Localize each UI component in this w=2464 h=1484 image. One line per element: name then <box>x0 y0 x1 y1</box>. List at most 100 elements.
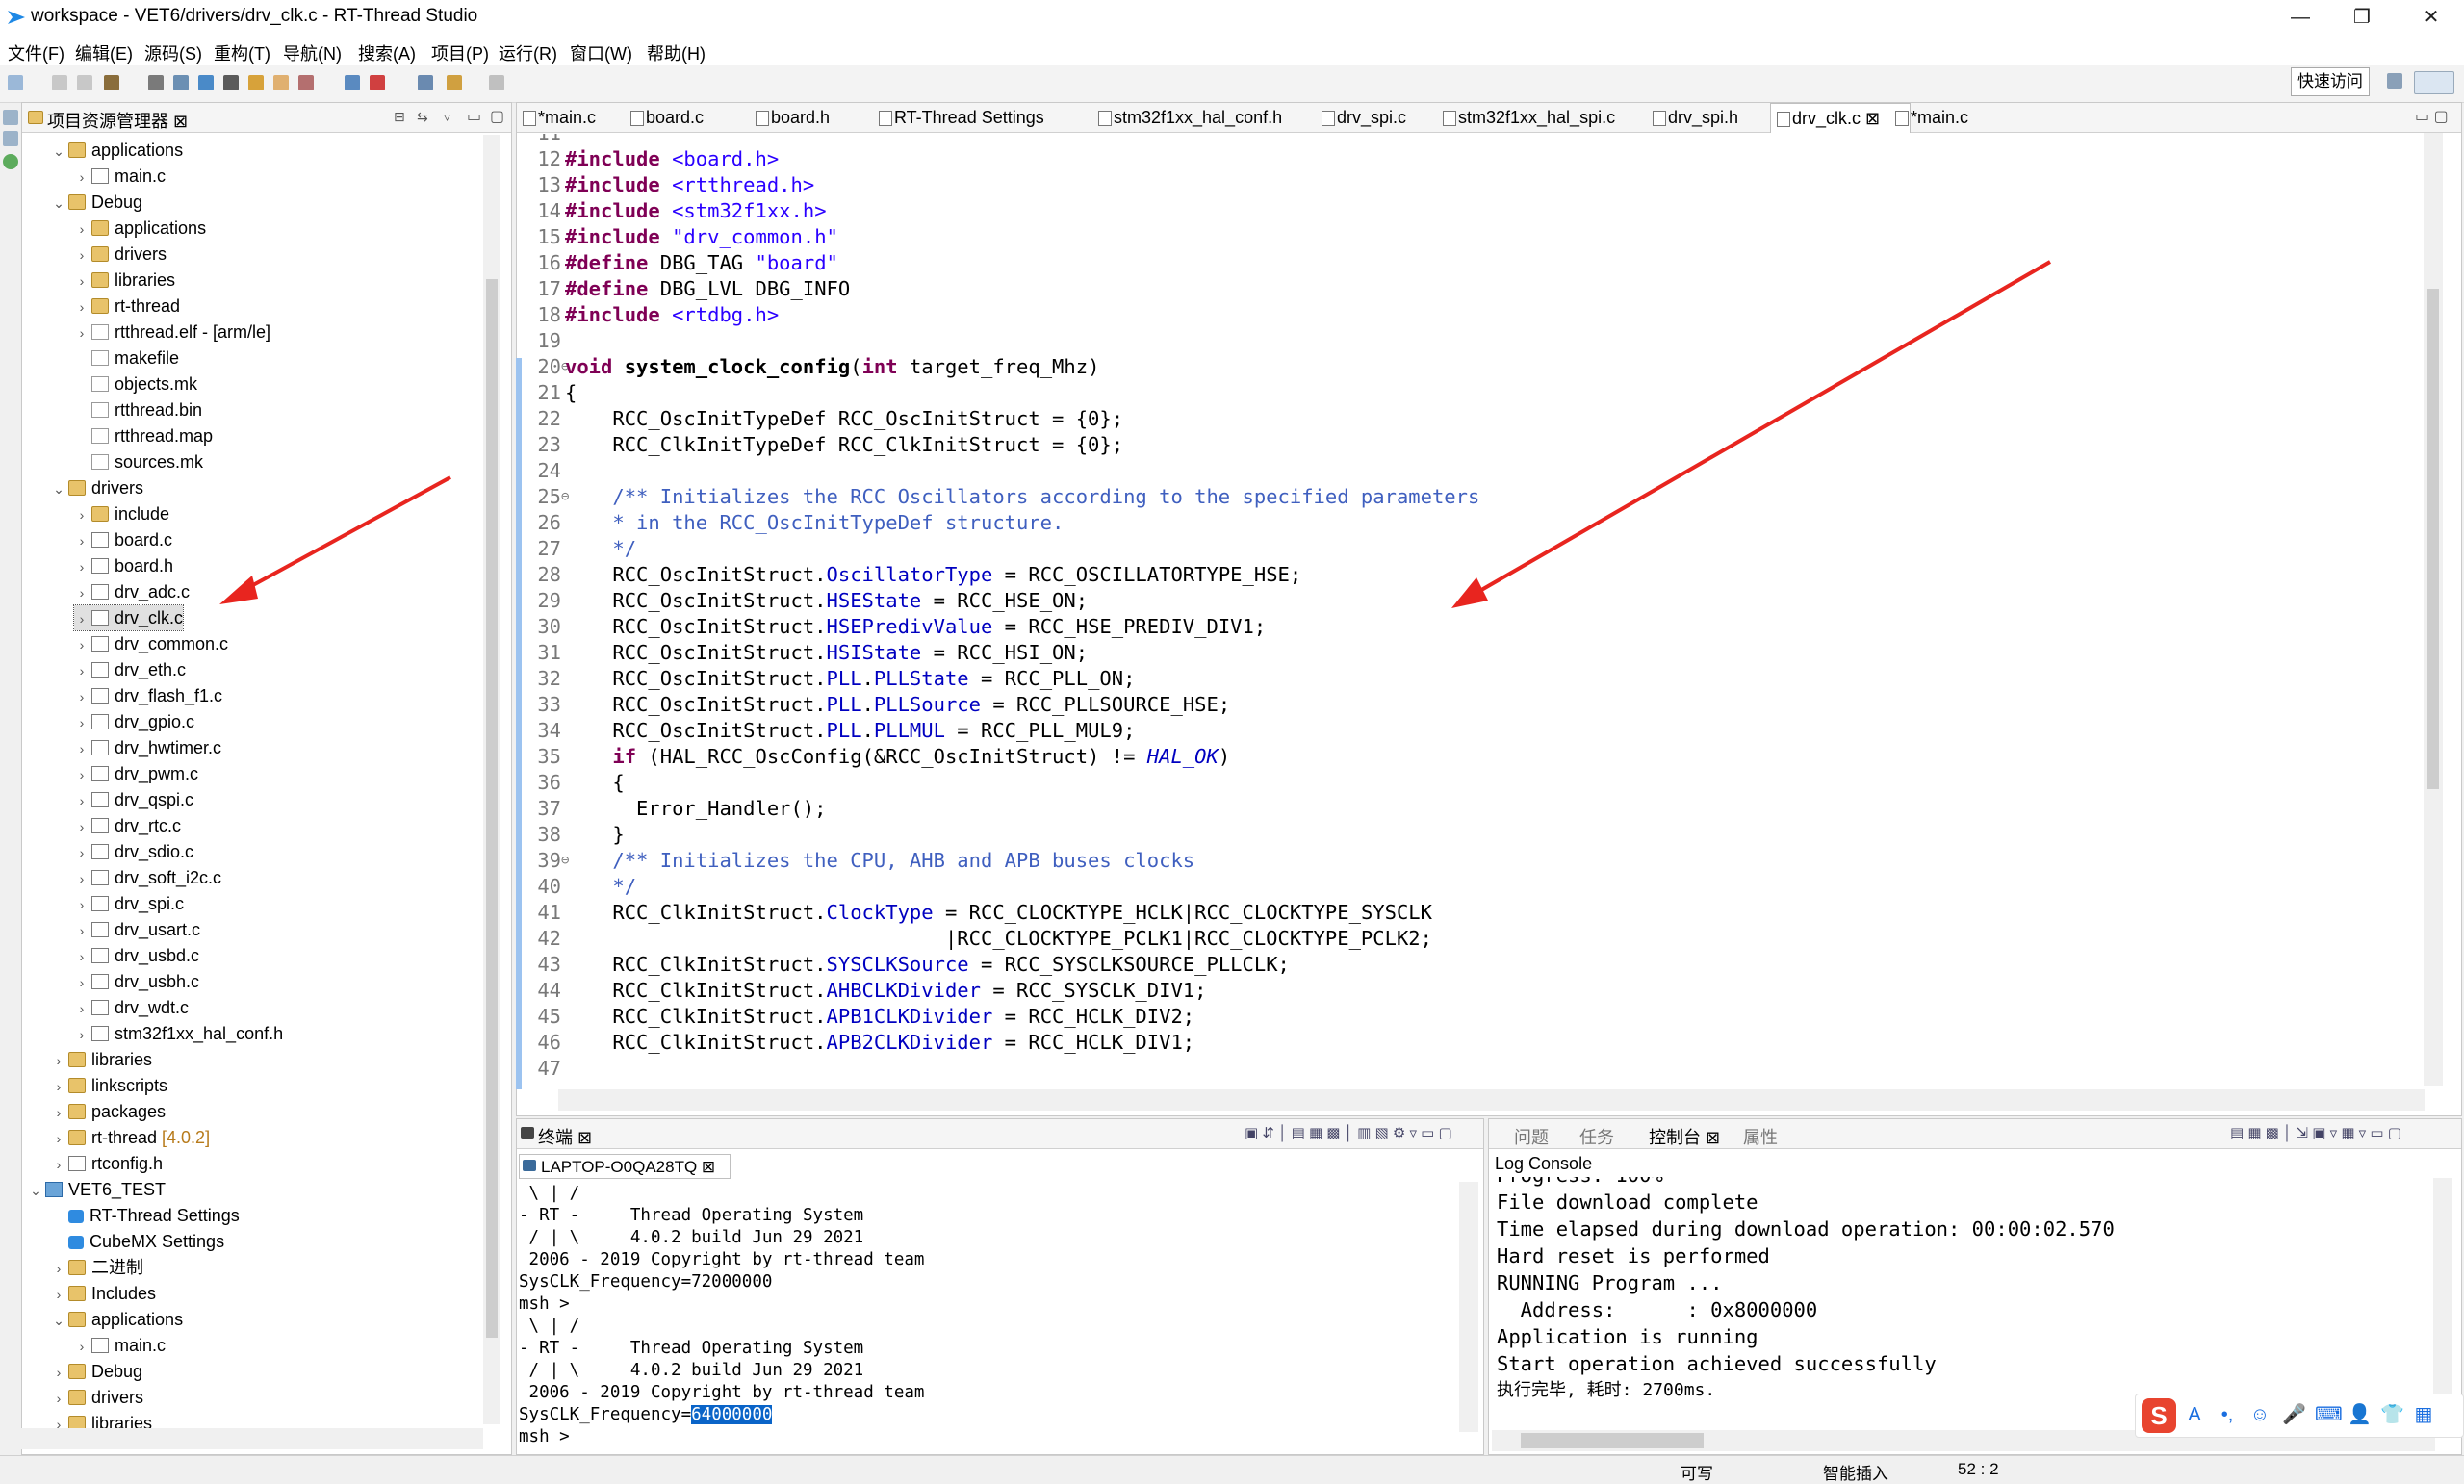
tree-item[interactable]: ⌄ Debug <box>51 190 142 215</box>
collapsed-chevron-icon[interactable]: › <box>51 1360 66 1385</box>
expanded-chevron-icon[interactable]: ⌄ <box>51 476 66 501</box>
view-menu-icon[interactable]: ▿ <box>444 109 450 125</box>
collapsed-chevron-icon[interactable]: › <box>74 814 90 839</box>
tree-item[interactable]: › drivers <box>74 242 167 267</box>
collapsed-chevron-icon[interactable]: › <box>74 502 90 527</box>
tree-item[interactable]: › drv_sdio.c <box>74 839 193 864</box>
minimize-button[interactable]: — <box>2272 2 2329 33</box>
collapsed-chevron-icon[interactable]: › <box>74 580 90 605</box>
stop-icon[interactable] <box>370 75 385 90</box>
collapsed-chevron-icon[interactable]: › <box>74 269 90 294</box>
editor-tab[interactable]: stm32f1xx_hal_conf.h <box>1092 103 1335 132</box>
menu-source[interactable]: 源码(S) <box>144 40 202 65</box>
collapsed-chevron-icon[interactable]: › <box>74 866 90 891</box>
tree-item[interactable]: sources.mk <box>74 449 203 474</box>
menu-window[interactable]: 窗口(W) <box>570 40 632 65</box>
tree-item[interactable]: ⌄ applications <box>51 138 183 163</box>
download-icon[interactable] <box>198 75 214 90</box>
collapsed-chevron-icon[interactable]: › <box>74 1334 90 1359</box>
collapsed-chevron-icon[interactable]: › <box>74 710 90 735</box>
save-icon[interactable] <box>52 75 67 90</box>
save-all-icon[interactable] <box>77 75 92 90</box>
terminal-session-tab[interactable]: LAPTOP-O0QA28TQ ⊠ <box>519 1154 731 1179</box>
collapsed-chevron-icon[interactable]: › <box>51 1074 66 1099</box>
collapsed-chevron-icon[interactable]: › <box>74 762 90 787</box>
tree-item[interactable]: › linkscripts <box>51 1073 167 1098</box>
c-perspective-icon[interactable] <box>2414 71 2454 94</box>
tree-item[interactable]: rtthread.bin <box>74 397 202 422</box>
collapsed-chevron-icon[interactable]: › <box>51 1126 66 1151</box>
tree-item[interactable]: › drv_gpio.c <box>74 709 194 734</box>
tree-item[interactable]: › board.c <box>74 527 172 552</box>
tree-item[interactable]: › applications <box>74 216 206 241</box>
perspective-open-icon[interactable] <box>2387 73 2402 89</box>
terminal-toolbar-icons[interactable]: ▣ ⇵ │ ▤ ▦ ▩ │ ▥ ▧ ⚙ ▿ ▭ ▢ <box>1245 1124 1452 1141</box>
tree-item[interactable]: › include <box>74 501 169 526</box>
collapsed-chevron-icon[interactable]: › <box>51 1256 66 1281</box>
status-icon[interactable] <box>3 154 18 169</box>
tree-item[interactable]: › Debug <box>51 1359 142 1384</box>
collapsed-chevron-icon[interactable]: › <box>74 788 90 813</box>
expanded-chevron-icon[interactable]: ⌄ <box>51 191 66 216</box>
terminal-tab[interactable]: 终端 ⊠ ▣ ⇵ │ ▤ ▦ ▩ │ ▥ ▧ ⚙ ▿ ▭ ▢ <box>517 1119 1483 1149</box>
search-icon[interactable] <box>345 75 360 90</box>
collapsed-chevron-icon[interactable]: › <box>74 892 90 917</box>
menu-search[interactable]: 搜索(A) <box>358 40 416 65</box>
menu-run[interactable]: 运行(R) <box>499 40 557 65</box>
tree-item[interactable]: › drv_rtc.c <box>74 813 181 838</box>
editor-tab[interactable]: board.c <box>625 103 769 132</box>
clean-icon[interactable] <box>148 75 164 90</box>
tree-item[interactable]: › drv_eth.c <box>74 657 186 682</box>
ime-keyboard-icon[interactable]: ⌨ <box>2315 1404 2343 1425</box>
build-hammer-icon[interactable] <box>104 75 119 90</box>
tab-tasks[interactable]: 任务 <box>1579 1124 1614 1149</box>
editor-view-controls-icon[interactable]: ▭ ▢ <box>2415 107 2449 126</box>
collapsed-chevron-icon[interactable]: › <box>74 840 90 865</box>
collapsed-chevron-icon[interactable]: › <box>74 243 90 268</box>
rebuild-icon[interactable] <box>173 75 189 90</box>
console-horizontal-thumb[interactable] <box>1521 1433 1704 1448</box>
explorer-scroll-thumb[interactable] <box>486 279 498 1338</box>
tree-item[interactable]: › drv_clk.c <box>72 604 185 631</box>
tree-item[interactable]: › board.h <box>74 553 173 578</box>
tree-item[interactable]: ⌄ VET6_TEST <box>28 1177 166 1202</box>
expanded-chevron-icon[interactable]: ⌄ <box>51 1308 66 1333</box>
tree-item[interactable]: rtthread.map <box>74 423 213 448</box>
collapsed-chevron-icon[interactable]: › <box>74 528 90 553</box>
explorer-horizontal-scrollbar[interactable] <box>21 1428 483 1449</box>
tree-item[interactable]: › drv_qspi.c <box>74 787 193 812</box>
menu-file[interactable]: 文件(F) <box>8 40 64 65</box>
tree-item[interactable]: › libraries <box>51 1047 152 1072</box>
tab-properties[interactable]: 属性 <box>1743 1124 1778 1149</box>
collapsed-chevron-icon[interactable]: › <box>74 684 90 709</box>
collapsed-chevron-icon[interactable]: › <box>51 1048 66 1073</box>
tree-item[interactable]: RT-Thread Settings <box>51 1203 240 1228</box>
ime-skin-icon[interactable]: 👕 <box>2380 1404 2404 1425</box>
tab-console[interactable]: 控制台 ⊠ <box>1649 1124 1720 1149</box>
editor-tab[interactable]: drv_spi.c <box>1316 103 1456 132</box>
terminal-output[interactable]: \ | / - RT - Thread Operating System / | … <box>519 1183 1443 1446</box>
tree-item[interactable]: › drv_common.c <box>74 631 228 656</box>
sdk-manager-icon[interactable] <box>248 75 264 90</box>
collapsed-chevron-icon[interactable]: › <box>74 1022 90 1047</box>
debug-icon[interactable] <box>223 75 239 90</box>
menu-navigate[interactable]: 导航(N) <box>283 40 342 65</box>
collapsed-chevron-icon[interactable]: › <box>74 970 90 995</box>
menu-help[interactable]: 帮助(H) <box>647 40 706 65</box>
collapsed-chevron-icon[interactable]: › <box>74 320 90 345</box>
minimize-view-icon[interactable]: ▭ <box>467 107 481 126</box>
collapsed-chevron-icon[interactable]: › <box>74 554 90 579</box>
maximize-button[interactable]: ❐ <box>2333 2 2391 33</box>
ime-user-icon[interactable]: 👤 <box>2348 1404 2372 1425</box>
tab-problems[interactable]: 问题 <box>1514 1124 1549 1149</box>
tree-icon[interactable] <box>3 131 18 146</box>
collapsed-chevron-icon[interactable]: › <box>74 658 90 683</box>
tree-item[interactable]: › Includes <box>51 1281 156 1306</box>
expanded-chevron-icon[interactable]: ⌄ <box>51 139 66 164</box>
tree-item[interactable]: › packages <box>51 1099 166 1124</box>
tree-item[interactable]: › rtthread.elf - [arm/le] <box>74 320 270 345</box>
editor-tab[interactable]: RT-Thread Settings <box>873 103 1112 132</box>
tree-item[interactable]: › drv_usbd.c <box>74 943 199 968</box>
tree-item[interactable]: › drv_soft_i2c.c <box>74 865 221 890</box>
outline-icon[interactable] <box>3 110 18 125</box>
